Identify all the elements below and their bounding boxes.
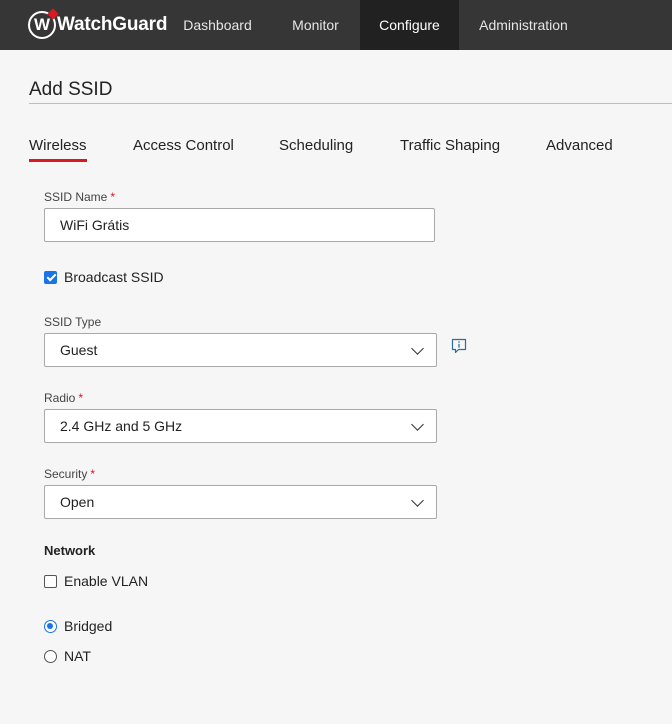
required-marker: * — [78, 391, 84, 405]
ssid-type-select[interactable]: Guest — [44, 333, 437, 367]
ssid-name-input[interactable] — [44, 208, 435, 242]
nat-label: NAT — [64, 648, 91, 664]
broadcast-ssid-checkbox[interactable] — [44, 270, 57, 284]
bridged-option-row[interactable]: Bridged — [44, 618, 112, 634]
watchguard-logo[interactable]: W WatchGuard — [28, 10, 167, 40]
required-marker: * — [110, 190, 116, 204]
bridged-radio[interactable] — [44, 619, 57, 633]
enable-vlan-label: Enable VLAN — [64, 573, 149, 589]
network-heading: Network — [44, 543, 96, 558]
enable-vlan-checkbox[interactable] — [44, 574, 57, 588]
security-select[interactable]: Open — [44, 485, 437, 519]
nav-administration[interactable]: Administration — [459, 0, 588, 50]
tab-advanced[interactable]: Advanced — [546, 137, 613, 154]
logo-brand-text: WatchGuard — [57, 14, 168, 35]
tab-wireless[interactable]: Wireless — [29, 137, 87, 162]
nav-configure[interactable]: Configure — [360, 0, 459, 50]
chevron-down-icon — [411, 494, 424, 507]
radio-band-select[interactable]: 2.4 GHz and 5 GHz — [44, 409, 437, 443]
security-label: Security * — [44, 467, 95, 481]
broadcast-ssid-label: Broadcast SSID — [64, 269, 164, 285]
nat-option-row[interactable]: NAT — [44, 648, 91, 664]
radio-label: Radio * — [44, 391, 83, 405]
ssid-name-label: SSID Name * — [44, 190, 115, 204]
chevron-down-icon — [411, 418, 424, 431]
security-label-text: Security — [44, 467, 88, 481]
nav-monitor[interactable]: Monitor — [271, 0, 360, 50]
ssid-name-label-text: SSID Name — [44, 190, 108, 204]
required-marker: * — [90, 467, 96, 481]
enable-vlan-row[interactable]: Enable VLAN — [44, 573, 148, 589]
nav-dashboard[interactable]: Dashboard — [164, 0, 271, 50]
tab-scheduling[interactable]: Scheduling — [279, 137, 353, 154]
tab-traffic-shaping[interactable]: Traffic Shaping — [400, 137, 500, 154]
radio-band-value: 2.4 GHz and 5 GHz — [60, 418, 183, 434]
info-icon[interactable] — [450, 337, 468, 355]
chevron-down-icon — [411, 342, 424, 355]
radio-label-text: Radio — [44, 391, 76, 405]
logo-w-mark-icon: W — [28, 11, 56, 39]
tab-access-control[interactable]: Access Control — [133, 137, 234, 154]
ssid-type-label: SSID Type — [44, 315, 102, 329]
ssid-type-value: Guest — [60, 342, 98, 358]
title-divider — [29, 103, 672, 104]
broadcast-ssid-row[interactable]: Broadcast SSID — [44, 269, 164, 285]
security-value: Open — [60, 494, 95, 510]
bridged-label: Bridged — [64, 618, 113, 634]
nat-radio[interactable] — [44, 649, 57, 663]
top-nav-bar: W WatchGuard Dashboard Monitor Configure… — [0, 0, 672, 50]
page-title: Add SSID — [29, 79, 113, 100]
